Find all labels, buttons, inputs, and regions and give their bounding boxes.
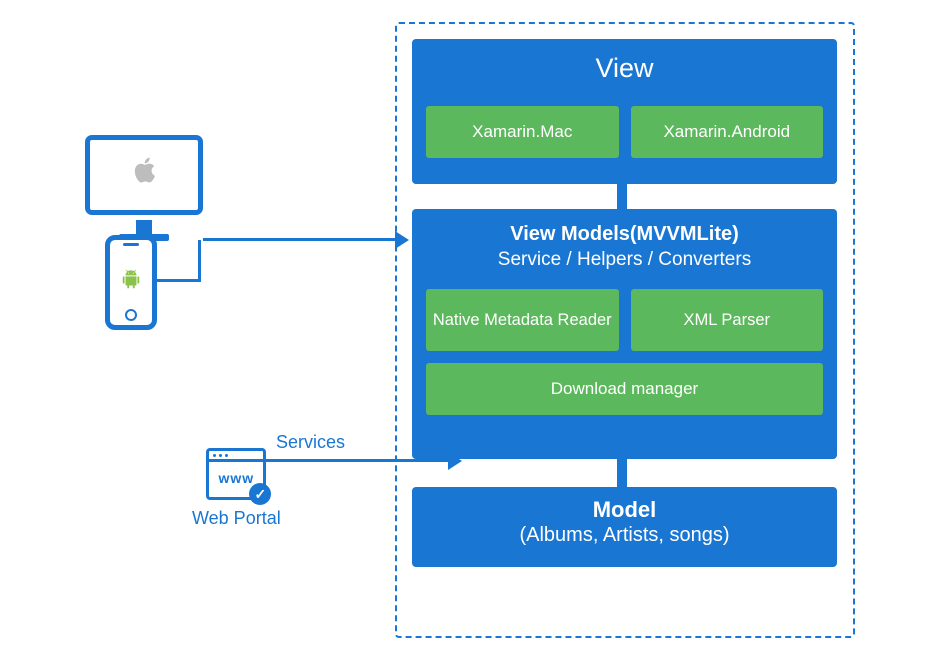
web-portal-group: www ✓ Web Portal (192, 448, 281, 529)
monitor-icon (85, 135, 203, 215)
arrow-devices-to-view (203, 238, 401, 241)
viewmodels-subtitle: Service / Helpers / Converters (412, 249, 837, 271)
check-icon: ✓ (249, 483, 271, 505)
architecture-container: View Xamarin.Mac Xamarin.Android View Mo… (395, 22, 855, 638)
xamarin-mac-box: Xamarin.Mac (426, 106, 619, 158)
arrow-head-portal (448, 452, 462, 470)
apple-icon (126, 152, 162, 198)
viewmodels-title: View Models(MVVMLite) (412, 223, 837, 246)
native-metadata-reader-box: Native Metadata Reader (426, 289, 619, 351)
native-metadata-reader-label: Native Metadata Reader (427, 310, 618, 331)
xamarin-android-box: Xamarin.Android (631, 106, 824, 158)
browser-www-text: www (209, 462, 263, 486)
connector-view-to-vm (617, 184, 627, 211)
android-icon (120, 269, 142, 296)
xml-parser-box: XML Parser (631, 289, 824, 351)
browser-icon: www ✓ (206, 448, 266, 500)
view-title: View (412, 53, 837, 84)
view-layer-box: View Xamarin.Mac Xamarin.Android (412, 39, 837, 184)
model-layer-box: Model (Albums, Artists, songs) (412, 487, 837, 567)
browser-bar (209, 451, 263, 462)
services-label: Services (276, 432, 345, 453)
view-platform-row: Xamarin.Mac Xamarin.Android (412, 106, 837, 158)
phone-icon (105, 235, 157, 330)
arrow-head-devices (395, 231, 409, 249)
download-manager-box: Download manager (426, 363, 823, 415)
viewmodels-layer-box: View Models(MVVMLite) Service / Helpers … (412, 209, 837, 459)
vm-components-row2: Download manager (412, 363, 837, 415)
devices-group (85, 135, 203, 215)
vm-components-row1: Native Metadata Reader XML Parser (412, 289, 837, 351)
model-title: Model (412, 497, 837, 523)
connector-vm-to-model (617, 459, 627, 489)
web-portal-label: Web Portal (192, 508, 281, 529)
model-subtitle: (Albums, Artists, songs) (412, 524, 837, 547)
monitor-stand (136, 220, 152, 234)
device-connector-elbow (157, 240, 201, 282)
arrow-portal-to-download (261, 459, 454, 462)
